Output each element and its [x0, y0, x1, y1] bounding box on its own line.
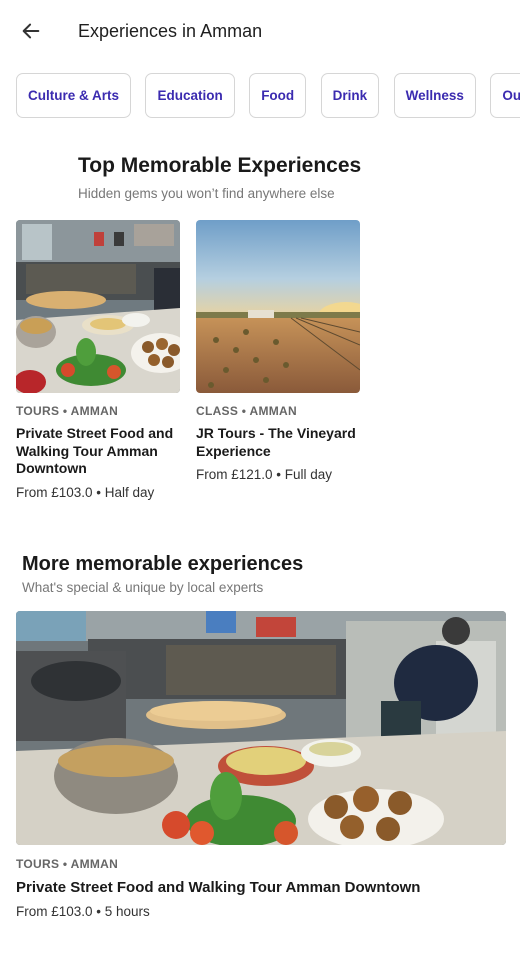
back-button[interactable] [16, 16, 46, 46]
card-title: Private Street Food and Walking Tour Amm… [16, 879, 421, 896]
chip-food[interactable]: Food [249, 73, 307, 118]
category-chips: Culture & Arts Education Food Drink Well… [16, 73, 520, 118]
more-section-subtitle: What's special & unique by local experts [22, 580, 264, 595]
chip-outdoor[interactable]: Outdoor [490, 73, 520, 118]
experience-card-street-food[interactable]: TOURS • AMMAN Private Street Food and Wa… [16, 220, 180, 500]
more-section-title: More memorable experiences [22, 553, 304, 575]
chip-wellness[interactable]: Wellness [393, 73, 476, 118]
top-section-title: Top Memorable Experiences [78, 154, 362, 177]
card-title: JR Tours - The Vineyard Experience [196, 425, 356, 459]
vineyard-photo [196, 220, 360, 393]
card-meta: TOURS • AMMAN [16, 857, 119, 871]
card-price: From £103.0 • Half day [16, 484, 155, 500]
experience-card-featured[interactable]: TOURS • AMMAN Private Street Food and Wa… [16, 611, 506, 919]
street-food-photo [16, 220, 180, 393]
chip-education[interactable]: Education [145, 73, 235, 118]
card-meta: CLASS • AMMAN [196, 404, 297, 418]
app-header: Experiences in Amman [0, 0, 520, 64]
card-meta: TOURS • AMMAN [16, 404, 119, 418]
arrow-left-icon [22, 23, 40, 39]
page-title: Experiences in Amman [78, 21, 263, 41]
card-price: From £103.0 • 5 hours [16, 904, 150, 919]
card-title: Private Street Food and Walking Tour Amm… [16, 425, 174, 476]
card-price: From £121.0 • Full day [196, 467, 333, 482]
chip-drink[interactable]: Drink [320, 73, 380, 118]
experience-card-vineyard[interactable]: CLASS • AMMAN JR Tours - The Vineyard Ex… [196, 220, 360, 482]
chip-culture-arts[interactable]: Culture & Arts [16, 73, 132, 118]
featured-food-photo [16, 611, 506, 845]
top-section-subtitle: Hidden gems you won’t find anywhere else [78, 186, 335, 201]
